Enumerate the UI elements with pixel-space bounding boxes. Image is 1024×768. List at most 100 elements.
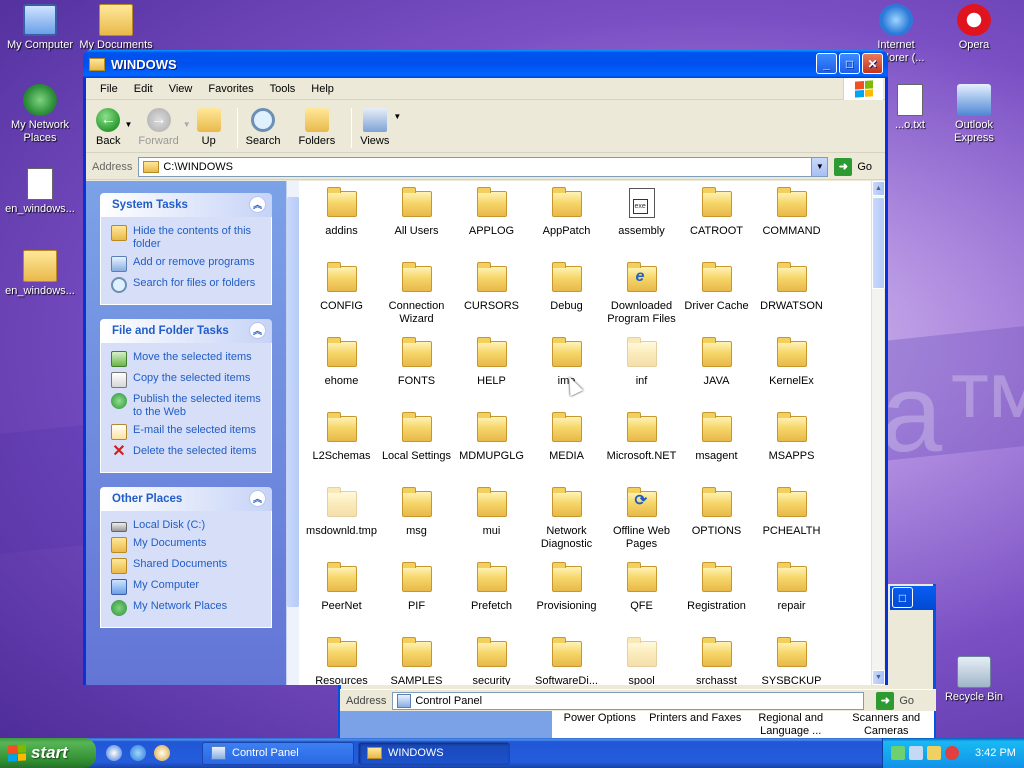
file-item[interactable]: HELP <box>454 335 529 410</box>
back-button[interactable]: ← Back <box>96 108 120 147</box>
panel-header[interactable]: Other Places ︽ <box>100 487 272 511</box>
forward-dropdown-icon[interactable]: ▼ <box>183 120 191 129</box>
maximize-icon[interactable]: □ <box>892 587 913 608</box>
file-item[interactable]: mui <box>454 485 529 560</box>
file-item[interactable]: CURSORS <box>454 260 529 335</box>
task-add-remove-programs[interactable]: Add or remove programs <box>111 256 263 272</box>
maximize-button[interactable]: □ <box>839 53 860 74</box>
place-local-disk[interactable]: Local Disk (C:) <box>111 519 263 532</box>
close-button[interactable]: ✕ <box>862 53 883 74</box>
collapse-chevron-icon[interactable]: ︽ <box>249 196 266 213</box>
file-item[interactable]: Network Diagnostic <box>529 485 604 560</box>
place-my-documents[interactable]: My Documents <box>111 537 263 553</box>
desktop-icon-file1[interactable]: en_windows... <box>0 168 80 216</box>
file-item[interactable]: spool <box>604 635 679 685</box>
file-item[interactable]: Downloaded Program Files <box>604 260 679 335</box>
control-panel-titlebar[interactable]: □ <box>890 586 936 610</box>
file-item[interactable]: PCHEALTH <box>754 485 829 560</box>
views-button[interactable]: Views <box>360 108 389 147</box>
file-item[interactable]: Offline Web Pages <box>604 485 679 560</box>
task-email[interactable]: E-mail the selected items <box>111 424 263 440</box>
scroll-up-icon[interactable]: ▲ <box>872 181 885 196</box>
desktop-icon-outlook-express[interactable]: Outlook Express <box>934 84 1014 145</box>
file-item[interactable]: Driver Cache <box>679 260 754 335</box>
file-item[interactable]: QFE <box>604 560 679 635</box>
file-item[interactable]: APPLOG <box>454 185 529 260</box>
desktop-icon-opera[interactable]: Opera <box>934 4 1014 52</box>
forward-button[interactable]: → Forward <box>138 108 179 147</box>
file-item[interactable]: MDMUPGLG <box>454 410 529 485</box>
task-copy[interactable]: Copy the selected items <box>111 372 263 388</box>
address-input[interactable]: C:\WINDOWS ▼ <box>138 156 829 177</box>
file-item[interactable]: KernelEx <box>754 335 829 410</box>
vertical-scrollbar[interactable]: ▲ ▼ <box>871 181 885 685</box>
back-dropdown-icon[interactable]: ▼ <box>124 120 132 129</box>
network-tray-icon[interactable] <box>891 746 905 760</box>
views-dropdown-icon[interactable]: ▼ <box>393 112 401 121</box>
file-item[interactable]: JAVA <box>679 335 754 410</box>
file-item[interactable]: Prefetch <box>454 560 529 635</box>
place-shared-documents[interactable]: Shared Documents <box>111 558 263 574</box>
file-item[interactable]: inf <box>604 335 679 410</box>
window-titlebar[interactable]: WINDOWS _ □ ✕ <box>83 50 888 78</box>
file-item[interactable]: AppPatch <box>529 185 604 260</box>
file-item[interactable]: L2Schemas <box>304 410 379 485</box>
task-delete[interactable]: ✕ Delete the selected items <box>111 444 263 461</box>
file-item[interactable]: msg <box>379 485 454 560</box>
file-item[interactable]: SYSBCKUP <box>754 635 829 685</box>
collapse-chevron-icon[interactable]: ︽ <box>249 322 266 339</box>
file-item[interactable]: PIF <box>379 560 454 635</box>
desktop-icon-my-computer[interactable]: My Computer <box>0 4 80 52</box>
up-button[interactable]: Up <box>196 108 221 147</box>
minimize-button[interactable]: _ <box>816 53 837 74</box>
desktop-icon-recycle-bin[interactable]: Recycle Bin <box>934 656 1014 704</box>
clock[interactable]: 3:42 PM <box>975 747 1016 759</box>
cp-item-regional-language[interactable]: Regional and Language ... <box>743 711 839 739</box>
file-item[interactable]: MEDIA <box>529 410 604 485</box>
address-dropdown-icon[interactable]: ▼ <box>811 157 828 176</box>
panel-header[interactable]: File and Folder Tasks ︽ <box>100 319 272 343</box>
task-pane-scrollbar[interactable] <box>286 181 299 685</box>
taskbar-control-panel[interactable]: Control Panel <box>202 741 354 765</box>
folders-button[interactable]: Folders <box>299 108 335 147</box>
file-item[interactable]: MSAPPS <box>754 410 829 485</box>
menu-edit[interactable]: Edit <box>126 83 161 95</box>
taskbar-windows-folder[interactable]: WINDOWS <box>358 741 510 765</box>
file-item[interactable]: CATROOT <box>679 185 754 260</box>
desktop-icon-my-documents[interactable]: My Documents <box>76 4 156 52</box>
task-search-files[interactable]: Search for files or folders <box>111 277 263 293</box>
go-button[interactable]: ➜ Go <box>876 691 914 710</box>
file-item[interactable]: DRWATSON <box>754 260 829 335</box>
scroll-thumb[interactable] <box>872 197 885 289</box>
file-item[interactable]: FONTS <box>379 335 454 410</box>
file-item[interactable]: All Users <box>379 185 454 260</box>
file-item[interactable]: Connection Wizard <box>379 260 454 335</box>
file-item[interactable]: addins <box>304 185 379 260</box>
file-item[interactable]: Provisioning <box>529 560 604 635</box>
file-item[interactable]: assembly <box>604 185 679 260</box>
file-item[interactable]: Microsoft.NET <box>604 410 679 485</box>
media-player-icon[interactable] <box>154 745 170 761</box>
task-publish[interactable]: Publish the selected items to the Web <box>111 393 263 419</box>
file-item[interactable]: SoftwareDi... <box>529 635 604 685</box>
menu-file[interactable]: File <box>92 83 126 95</box>
search-button[interactable]: Search <box>246 108 281 147</box>
file-item[interactable]: Resources <box>304 635 379 685</box>
cp-item-power-options[interactable]: Power Options <box>552 711 648 739</box>
task-move[interactable]: Move the selected items <box>111 351 263 367</box>
display-tray-icon[interactable] <box>909 746 923 760</box>
place-my-computer[interactable]: My Computer <box>111 579 263 595</box>
menu-favorites[interactable]: Favorites <box>200 83 261 95</box>
desktop-icon-file2[interactable]: en_windows... <box>0 250 80 298</box>
file-item[interactable]: COMMAND <box>754 185 829 260</box>
control-panel-address-input[interactable]: Control Panel <box>392 691 865 710</box>
file-item[interactable]: msagent <box>679 410 754 485</box>
file-item[interactable]: security <box>454 635 529 685</box>
task-hide-contents[interactable]: Hide the contents of this folder <box>111 225 263 251</box>
file-item[interactable]: srchasst <box>679 635 754 685</box>
file-item[interactable]: SAMPLES <box>379 635 454 685</box>
file-item[interactable]: ehome <box>304 335 379 410</box>
menu-view[interactable]: View <box>161 83 201 95</box>
safely-remove-tray-icon[interactable] <box>927 746 941 760</box>
internet-explorer-icon[interactable] <box>130 745 146 761</box>
